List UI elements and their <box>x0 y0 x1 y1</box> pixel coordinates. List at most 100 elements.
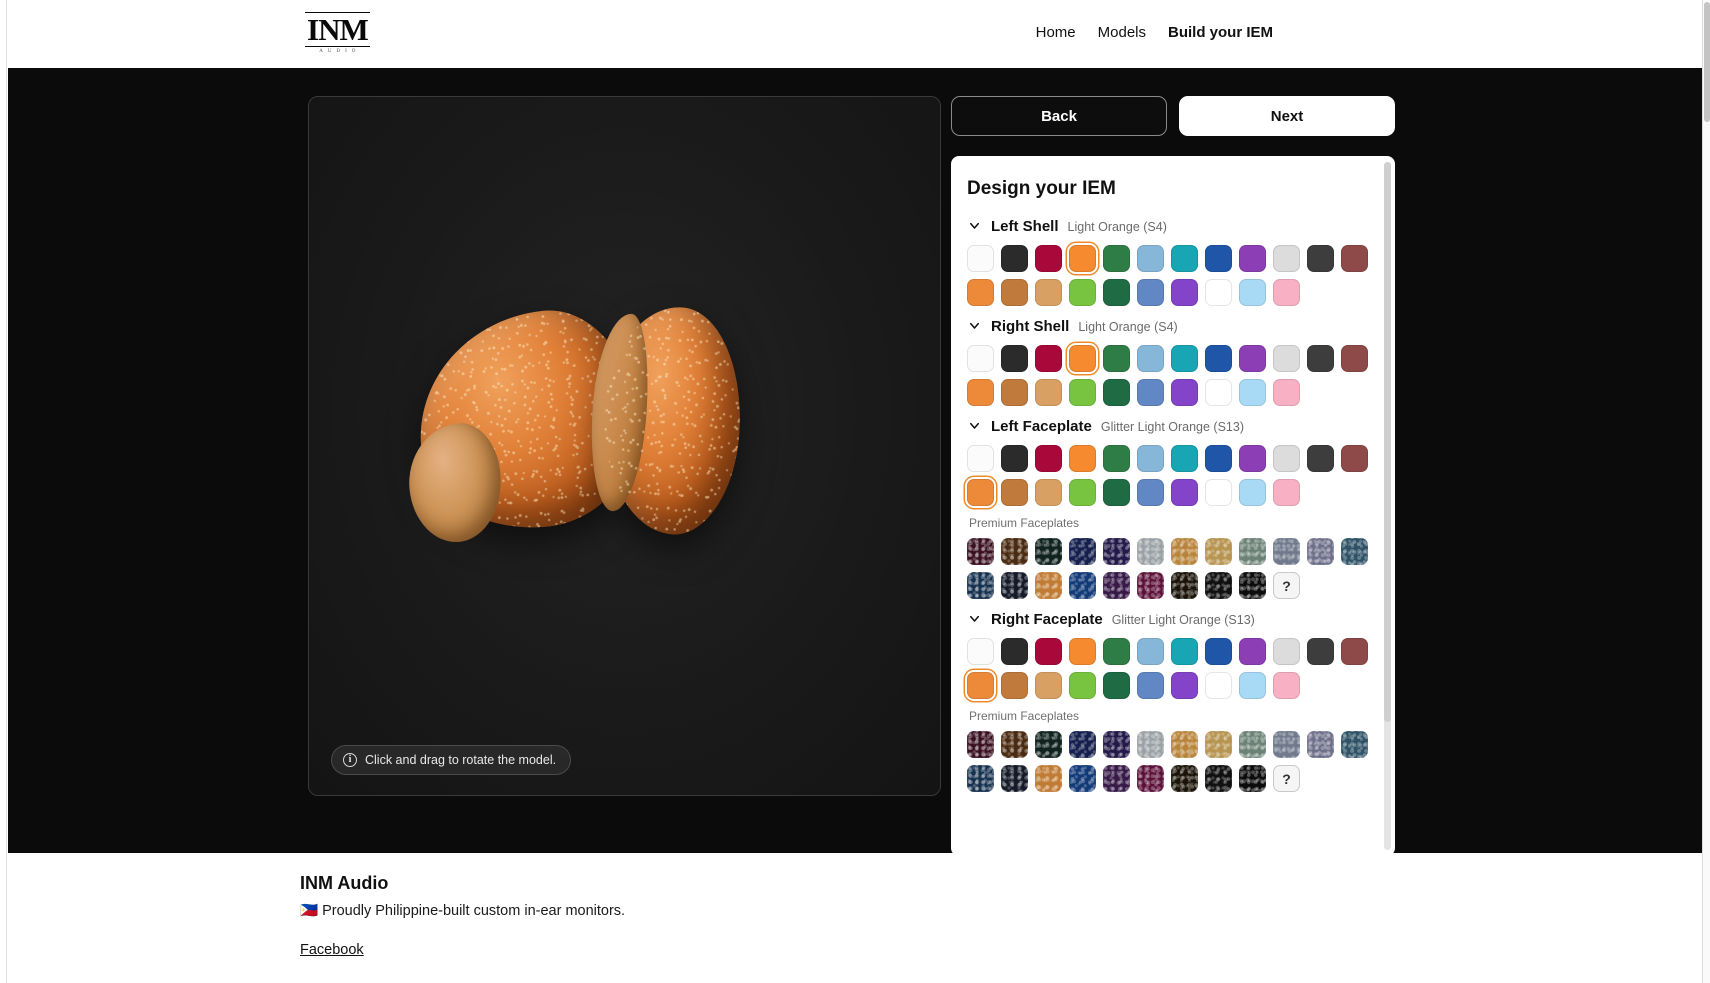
premium-swatch[interactable] <box>1171 765 1198 792</box>
color-swatch[interactable] <box>1035 479 1062 506</box>
color-swatch[interactable] <box>1069 479 1096 506</box>
premium-swatch[interactable] <box>1001 765 1028 792</box>
premium-swatch[interactable] <box>1171 538 1198 565</box>
color-swatch[interactable] <box>1205 638 1232 665</box>
color-swatch[interactable] <box>1035 245 1062 272</box>
premium-swatch[interactable] <box>1103 572 1130 599</box>
color-swatch[interactable] <box>1205 345 1232 372</box>
color-swatch[interactable] <box>1069 379 1096 406</box>
color-swatch[interactable] <box>1307 245 1334 272</box>
premium-swatch[interactable] <box>1137 538 1164 565</box>
color-swatch[interactable] <box>1307 445 1334 472</box>
color-swatch[interactable] <box>1069 672 1096 699</box>
color-swatch[interactable] <box>1205 279 1232 306</box>
premium-swatch[interactable] <box>967 572 994 599</box>
color-swatch[interactable] <box>1103 479 1130 506</box>
color-swatch[interactable] <box>1171 245 1198 272</box>
color-swatch[interactable] <box>1205 672 1232 699</box>
premium-swatch[interactable] <box>1273 731 1300 758</box>
color-swatch[interactable] <box>1103 445 1130 472</box>
color-swatch[interactable] <box>1341 445 1368 472</box>
premium-swatch[interactable] <box>1273 538 1300 565</box>
premium-swatch[interactable] <box>1205 765 1232 792</box>
premium-swatch[interactable] <box>1171 572 1198 599</box>
premium-swatch[interactable] <box>1035 765 1062 792</box>
back-button[interactable]: Back <box>951 96 1167 136</box>
premium-swatch[interactable] <box>1069 572 1096 599</box>
color-swatch[interactable] <box>1035 379 1062 406</box>
color-swatch[interactable] <box>1273 672 1300 699</box>
nav-link-models[interactable]: Models <box>1098 24 1146 41</box>
color-swatch[interactable] <box>1171 345 1198 372</box>
color-swatch[interactable] <box>1103 672 1130 699</box>
color-swatch[interactable] <box>1035 345 1062 372</box>
model-canvas[interactable] <box>309 97 940 795</box>
color-swatch[interactable] <box>1273 379 1300 406</box>
color-swatch[interactable] <box>967 672 994 699</box>
premium-swatch[interactable] <box>1001 731 1028 758</box>
premium-swatch[interactable] <box>1001 572 1028 599</box>
section-header-left-faceplate[interactable]: Left Faceplate Glitter Light Orange (S13) <box>967 418 1381 435</box>
premium-swatch[interactable] <box>1341 731 1368 758</box>
section-header-left-shell[interactable]: Left Shell Light Orange (S4) <box>967 218 1381 235</box>
premium-swatch[interactable] <box>1069 731 1096 758</box>
color-swatch[interactable] <box>1239 345 1266 372</box>
color-swatch[interactable] <box>967 379 994 406</box>
color-swatch[interactable] <box>1137 445 1164 472</box>
color-swatch[interactable] <box>1001 279 1028 306</box>
color-swatch[interactable] <box>1307 638 1334 665</box>
premium-swatch[interactable] <box>1103 731 1130 758</box>
color-swatch[interactable] <box>1001 479 1028 506</box>
color-swatch[interactable] <box>1239 479 1266 506</box>
premium-swatch[interactable] <box>1103 538 1130 565</box>
color-swatch[interactable] <box>1273 345 1300 372</box>
nav-link-build-your-iem[interactable]: Build your IEM <box>1168 24 1273 41</box>
section-header-right-shell[interactable]: Right Shell Light Orange (S4) <box>967 318 1381 335</box>
premium-swatch[interactable] <box>1069 538 1096 565</box>
color-swatch[interactable] <box>1069 638 1096 665</box>
premium-swatch[interactable] <box>1239 731 1266 758</box>
color-swatch[interactable] <box>1035 672 1062 699</box>
color-swatch[interactable] <box>1137 479 1164 506</box>
premium-swatch[interactable] <box>1035 572 1062 599</box>
color-swatch[interactable] <box>967 279 994 306</box>
color-swatch[interactable] <box>1205 245 1232 272</box>
color-swatch[interactable] <box>967 638 994 665</box>
color-swatch[interactable] <box>1171 479 1198 506</box>
color-swatch[interactable] <box>1171 279 1198 306</box>
premium-swatch[interactable] <box>1137 572 1164 599</box>
premium-swatch[interactable] <box>1307 538 1334 565</box>
color-swatch[interactable] <box>1341 245 1368 272</box>
footer-link-facebook[interactable]: Facebook <box>300 942 364 958</box>
section-header-right-faceplate[interactable]: Right Faceplate Glitter Light Orange (S13… <box>967 611 1381 628</box>
color-swatch[interactable] <box>1239 279 1266 306</box>
color-swatch[interactable] <box>1273 638 1300 665</box>
page-scrollbar-thumb[interactable] <box>1704 2 1710 122</box>
color-swatch[interactable] <box>1001 638 1028 665</box>
premium-swatch[interactable] <box>967 538 994 565</box>
color-swatch[interactable] <box>1273 445 1300 472</box>
premium-swatch[interactable] <box>1239 572 1266 599</box>
color-swatch[interactable] <box>967 479 994 506</box>
panel-scrollbar[interactable] <box>1384 162 1391 850</box>
nav-link-home[interactable]: Home <box>1036 24 1076 41</box>
premium-swatch[interactable] <box>1205 572 1232 599</box>
premium-swatch[interactable] <box>967 765 994 792</box>
color-swatch[interactable] <box>1069 445 1096 472</box>
color-swatch[interactable] <box>1273 479 1300 506</box>
color-swatch[interactable] <box>1171 445 1198 472</box>
premium-swatch[interactable] <box>1205 538 1232 565</box>
color-swatch[interactable] <box>1341 345 1368 372</box>
color-swatch[interactable] <box>1273 279 1300 306</box>
premium-swatch[interactable] <box>1137 731 1164 758</box>
premium-swatch[interactable] <box>967 731 994 758</box>
color-swatch[interactable] <box>1341 638 1368 665</box>
color-swatch[interactable] <box>1137 672 1164 699</box>
color-swatch[interactable] <box>1069 345 1096 372</box>
color-swatch[interactable] <box>1137 379 1164 406</box>
premium-swatch[interactable] <box>1307 731 1334 758</box>
color-swatch[interactable] <box>1239 638 1266 665</box>
page-scrollbar[interactable] <box>1702 0 1710 983</box>
color-swatch[interactable] <box>1171 638 1198 665</box>
next-button[interactable]: Next <box>1179 96 1395 136</box>
